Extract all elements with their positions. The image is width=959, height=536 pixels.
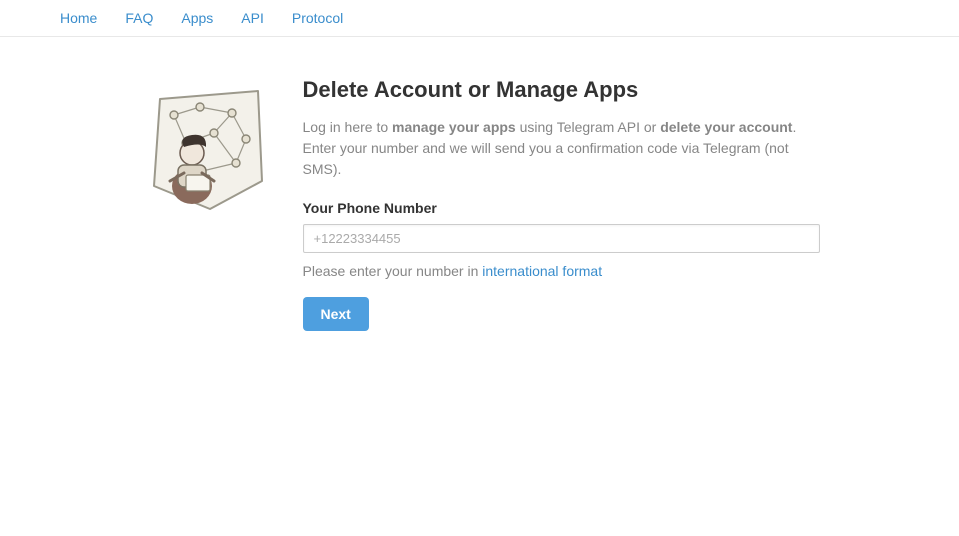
international-format-link[interactable]: international format [482, 263, 602, 279]
illustration-connected-world [140, 81, 275, 216]
next-button[interactable]: Next [303, 297, 369, 331]
nav-faq[interactable]: FAQ [111, 0, 167, 36]
intro-text: Log in here to manage your apps using Te… [303, 117, 820, 180]
nav-apps[interactable]: Apps [167, 0, 227, 36]
intro-prefix: Log in here to [303, 119, 393, 135]
nav-home[interactable]: Home [46, 0, 111, 36]
nav-protocol[interactable]: Protocol [278, 0, 357, 36]
hint-prefix: Please enter your number in [303, 263, 483, 279]
navbar: Home FAQ Apps API Protocol [0, 0, 959, 37]
content-pane: Delete Account or Manage Apps Log in her… [303, 77, 820, 331]
intro-bold-manage-apps: manage your apps [392, 119, 516, 135]
main-container: Delete Account or Manage Apps Log in her… [130, 77, 830, 331]
phone-hint: Please enter your number in internationa… [303, 263, 820, 279]
page-title: Delete Account or Manage Apps [303, 77, 820, 103]
nav-list: Home FAQ Apps API Protocol [0, 0, 959, 36]
intro-bold-delete-account: delete your account [660, 119, 792, 135]
nav-api[interactable]: API [227, 0, 278, 36]
intro-mid: using Telegram API or [516, 119, 660, 135]
phone-input[interactable] [303, 224, 820, 253]
phone-label: Your Phone Number [303, 200, 820, 216]
